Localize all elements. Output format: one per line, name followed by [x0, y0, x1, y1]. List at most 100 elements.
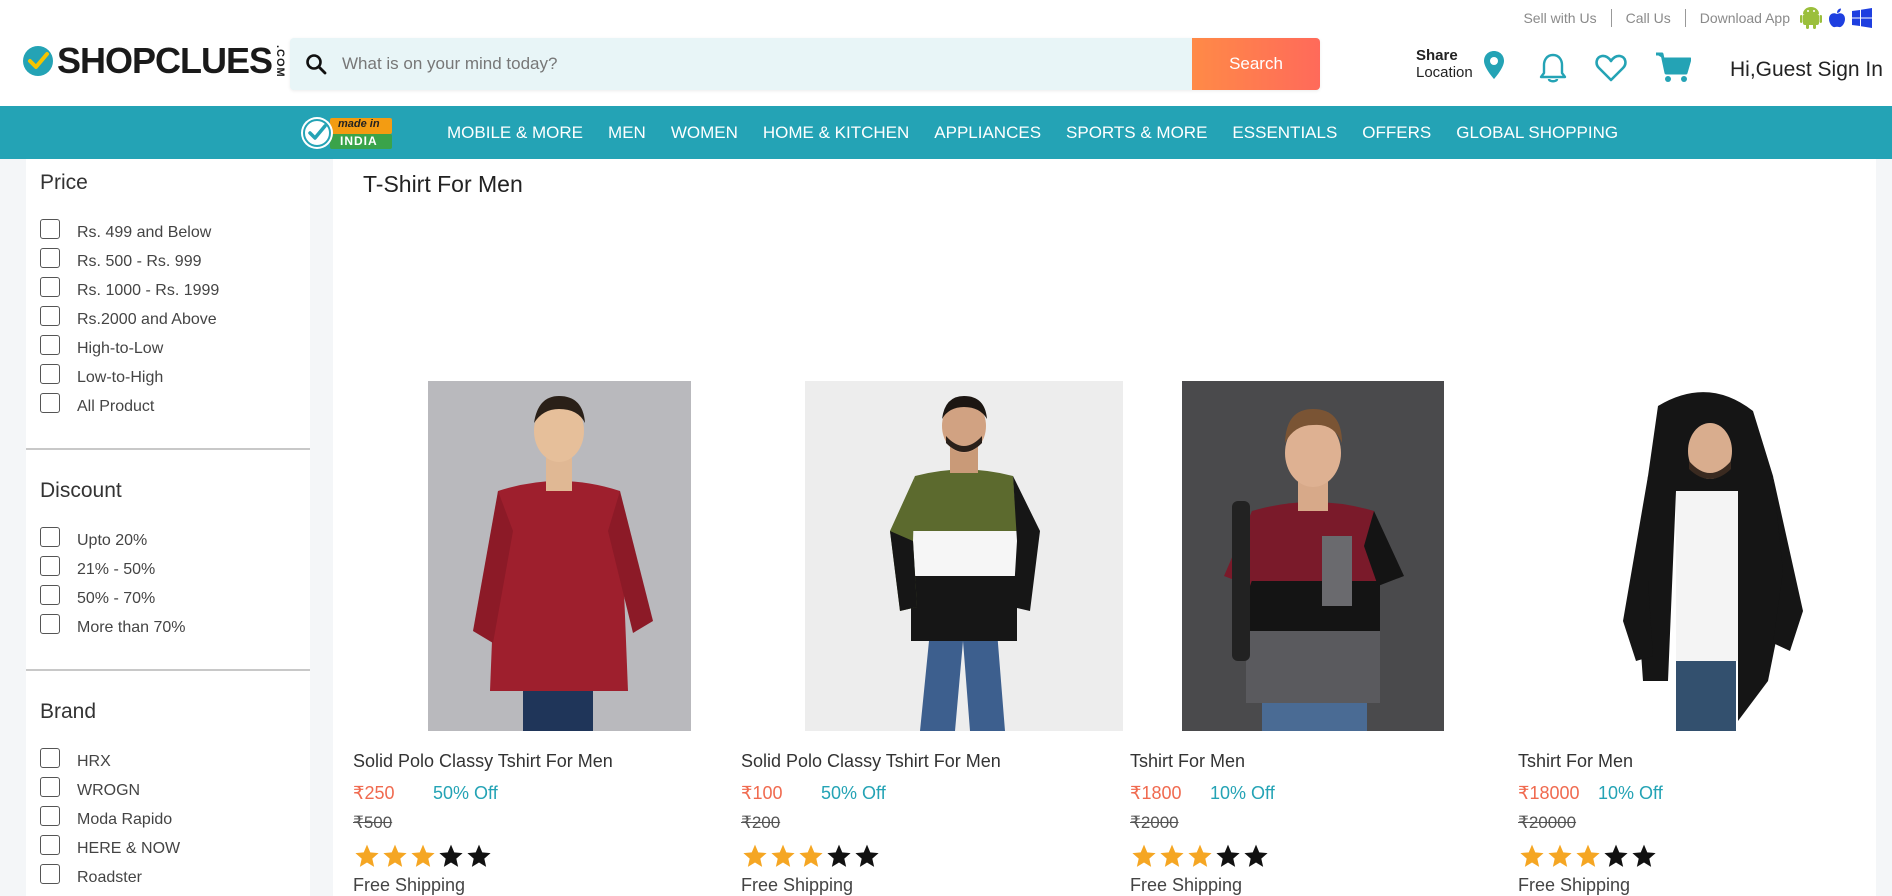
discount-filter-option[interactable]: More than 70% [40, 613, 310, 642]
brand-filter-option[interactable]: Roadster [40, 863, 310, 892]
brand-filter-option[interactable]: HERE & NOW [40, 834, 310, 863]
star-filled-icon [1548, 844, 1572, 867]
product-image[interactable] [805, 381, 1123, 731]
android-icon[interactable] [1800, 6, 1822, 30]
star-empty-icon [467, 844, 491, 867]
location-label: Location [1416, 64, 1473, 81]
search-button[interactable]: Search [1192, 38, 1320, 90]
checkbox[interactable] [40, 305, 60, 326]
checkbox[interactable] [40, 747, 60, 768]
product-discount: 10% Off [1598, 783, 1663, 803]
brand-filter-option[interactable]: Moda Rapido [40, 805, 310, 834]
nav-item-home-kitchen[interactable]: HOME & KITCHEN [763, 123, 909, 143]
nav-item-women[interactable]: WOMEN [671, 123, 738, 143]
product-discount: 50% Off [433, 783, 498, 803]
rating-stars [1130, 843, 1270, 869]
star-filled-icon [383, 844, 407, 867]
star-filled-icon [799, 844, 823, 867]
star-empty-icon [1604, 844, 1628, 867]
product-image[interactable] [1182, 381, 1444, 731]
price-filter-option[interactable]: Rs. 499 and Below [40, 218, 310, 247]
star-empty-icon [827, 844, 851, 867]
product-price: ₹18000 [1518, 783, 1580, 803]
product-mrp: ₹2000 [1130, 813, 1179, 832]
sell-with-us-link[interactable]: Sell with Us [1509, 9, 1612, 27]
download-app-link[interactable]: Download App [1686, 9, 1800, 27]
checkbox[interactable] [40, 218, 60, 239]
cart-icon[interactable] [1655, 52, 1691, 84]
nav-item-appliances[interactable]: APPLIANCES [934, 123, 1041, 143]
badge-india-text: INDIA [340, 134, 378, 148]
product-name[interactable]: Solid Polo Classy Tshirt For Men [353, 751, 613, 772]
shopclues-logo[interactable]: SHOPCLUES .COM [22, 43, 286, 79]
product-image[interactable] [1558, 381, 1858, 731]
product-image[interactable] [428, 381, 691, 731]
checkbox[interactable] [40, 776, 60, 797]
checkbox[interactable] [40, 805, 60, 826]
product-mrp: ₹200 [741, 813, 781, 832]
product-name[interactable]: Solid Polo Classy Tshirt For Men [741, 751, 1001, 772]
shipping-label: Free Shipping [353, 875, 466, 895]
share-location[interactable]: Share Location [1416, 47, 1473, 81]
nav-menu: MOBILE & MORE MEN WOMEN HOME & KITCHEN A… [447, 106, 1643, 159]
shipping-label: Free Shipping [741, 875, 854, 895]
bell-icon[interactable] [1538, 52, 1568, 84]
nav-item-sports-more[interactable]: SPORTS & MORE [1066, 123, 1207, 143]
top-links: Sell with Us Call Us Download App [1509, 6, 1872, 30]
wishlist-heart-icon[interactable] [1595, 54, 1627, 82]
nav-item-mobile-more[interactable]: MOBILE & MORE [447, 123, 583, 143]
nav-item-offers[interactable]: OFFERS [1362, 123, 1431, 143]
discount-filter-title: Discount [40, 479, 122, 502]
price-filter-option[interactable]: Low-to-High [40, 363, 310, 392]
rating-stars [741, 843, 881, 869]
shipping-label: Free Shipping [1130, 875, 1243, 895]
checkbox[interactable] [40, 834, 60, 855]
product-price: ₹250 [353, 783, 395, 803]
price-filter-title: Price [40, 171, 88, 194]
search-bar: Search [290, 38, 1320, 90]
price-filter-option[interactable]: Rs. 1000 - Rs. 1999 [40, 276, 310, 305]
nav-item-global-shopping[interactable]: GLOBAL SHOPPING [1456, 123, 1618, 143]
header: Sell with Us Call Us Download App SHOPCL… [0, 0, 1892, 106]
star-filled-icon [1132, 844, 1156, 867]
checkbox[interactable] [40, 613, 60, 634]
checkbox[interactable] [40, 334, 60, 355]
rating-stars [353, 843, 493, 869]
checkmark-logo-icon [23, 46, 53, 76]
price-filter-option[interactable]: Rs.2000 and Above [40, 305, 310, 334]
brand-filter-option[interactable]: HRX [40, 747, 310, 776]
price-filter-option[interactable]: All Product [40, 392, 310, 421]
checkbox[interactable] [40, 247, 60, 268]
filter-divider [26, 448, 310, 450]
discount-filter-option[interactable]: Upto 20% [40, 526, 310, 555]
checkbox[interactable] [40, 863, 60, 884]
search-input[interactable] [342, 38, 1192, 90]
brand-filter-option[interactable]: WROGN [40, 776, 310, 805]
windows-icon[interactable] [1852, 8, 1872, 28]
guest-signin-link[interactable]: Hi,Guest Sign In [1730, 58, 1883, 82]
product-price: ₹100 [741, 783, 783, 803]
product-name[interactable]: Tshirt For Men [1130, 751, 1245, 772]
checkbox[interactable] [40, 276, 60, 297]
apple-icon[interactable] [1828, 8, 1846, 28]
checkbox[interactable] [40, 526, 60, 547]
checkbox[interactable] [40, 555, 60, 576]
price-filter-option[interactable]: High-to-Low [40, 334, 310, 363]
call-us-link[interactable]: Call Us [1612, 9, 1686, 27]
checkbox[interactable] [40, 363, 60, 384]
discount-filter-option[interactable]: 21% - 50% [40, 555, 310, 584]
checkbox[interactable] [40, 584, 60, 605]
location-pin-icon[interactable] [1483, 50, 1505, 80]
star-filled-icon [1520, 844, 1544, 867]
brand-filter-title: Brand [40, 700, 97, 723]
app-store-icons [1800, 6, 1872, 30]
price-filter-option[interactable]: Rs. 500 - Rs. 999 [40, 247, 310, 276]
discount-filter-option[interactable]: 50% - 70% [40, 584, 310, 613]
share-label: Share [1416, 47, 1458, 64]
checkbox[interactable] [40, 392, 60, 413]
nav-item-men[interactable]: MEN [608, 123, 646, 143]
search-icon[interactable] [290, 38, 342, 90]
product-name[interactable]: Tshirt For Men [1518, 751, 1633, 772]
nav-item-essentials[interactable]: ESSENTIALS [1232, 123, 1337, 143]
star-empty-icon [1244, 844, 1268, 867]
